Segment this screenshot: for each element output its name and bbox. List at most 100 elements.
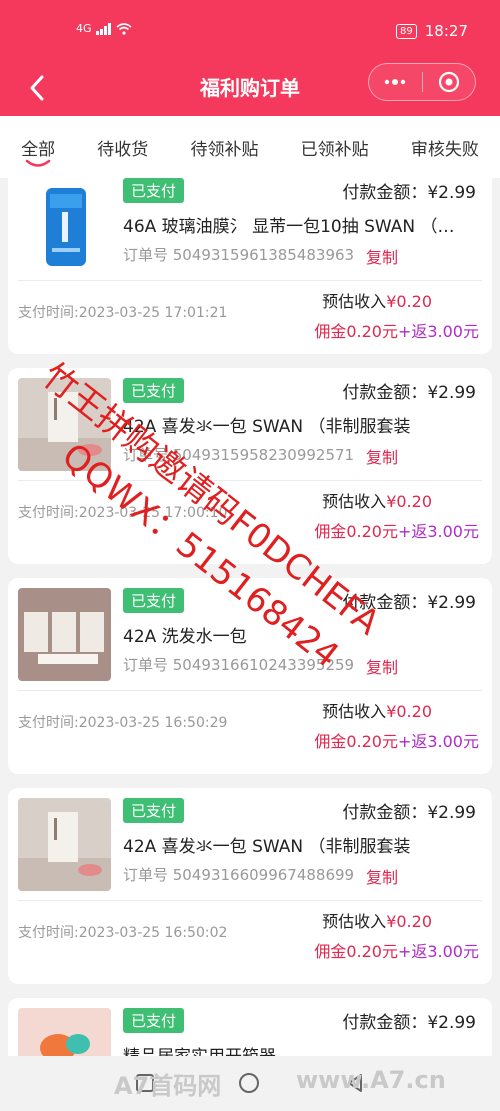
product-name: 46A 玻璃油膜氵 显芾一包10抽 SWAN （… (123, 217, 455, 237)
payment-amount: 付款金额：¥2.99 (342, 593, 476, 613)
mini-program-capsule (368, 63, 476, 101)
estimated-income-label: 预估收入 (322, 702, 387, 721)
product-name: 42A 喜发氺一包 SWAN （非制服套装 (123, 417, 411, 437)
network-label: 4G (76, 22, 92, 35)
tab-review-failed[interactable]: 审核失败 (407, 127, 483, 168)
estimated-income-label: 预估收入 (322, 292, 387, 311)
tab-all[interactable]: 全部 (17, 127, 59, 168)
rebate-amount: +返3.00元 (397, 942, 479, 961)
battery-icon: 89 (396, 23, 417, 39)
product-name: 42A 洗发水一包 (123, 627, 247, 647)
status-badge: 已支付 (123, 178, 185, 203)
shampoo-sachet-image (18, 392, 111, 471)
commission-amount: 佣金0.20元 (314, 522, 398, 541)
payment-time: 支付时间:2023-03-25 16:50:02 (18, 925, 228, 941)
shampoo-packs-image (24, 612, 104, 664)
estimated-income-value: ¥0.20 (386, 492, 432, 511)
wipes-pack-image (46, 188, 86, 266)
order-list[interactable]: 已支付 付款金额：¥2.99 46A 玻璃油膜氵 显芾一包10抽 SWAN （…… (0, 178, 500, 1056)
commission-amount: 佣金0.20元 (314, 942, 398, 961)
tab-received-subsidy[interactable]: 已领补贴 (297, 127, 373, 168)
divider (18, 480, 482, 481)
order-number: 订单号 5049315961385483963 (123, 246, 355, 264)
site-watermark-right: www.A7.cn (296, 1066, 446, 1094)
product-thumbnail (18, 178, 111, 271)
more-button[interactable] (369, 64, 422, 100)
copy-button[interactable]: 复制 (366, 864, 398, 888)
payment-amount: 付款金额：¥2.99 (342, 383, 476, 403)
order-tabs: 全部 待收货 待领补贴 已领补贴 审核失败 (0, 116, 500, 178)
estimated-income-value: ¥0.20 (386, 702, 432, 721)
payment-amount: 付款金额：¥2.99 (342, 803, 476, 823)
commission-amount: 佣金0.20元 (314, 322, 398, 341)
divider (18, 280, 482, 281)
product-thumbnail (18, 1008, 111, 1056)
status-bar: 4G 89 18:27 (0, 0, 500, 60)
product-thumbnail (18, 378, 111, 471)
status-badge: 已支付 (123, 798, 185, 823)
order-card[interactable]: 已支付 付款金额：¥2.99 42A 喜发氺一包 SWAN （非制服套装 订单号… (8, 368, 492, 564)
tab-pending-receipt[interactable]: 待收货 (93, 127, 152, 168)
site-watermark-left: A7首码网 (114, 1072, 222, 1100)
order-card[interactable]: 已支付 付款金额：¥2.99 42A 洗发水一包 订单号 50493166102… (8, 578, 492, 774)
commission-info: 佣金0.20元+返3.00元 (314, 938, 479, 962)
signal-icon (95, 22, 111, 35)
estimated-income: 预估收入¥0.20 (322, 288, 432, 312)
signal-indicator: 4G (76, 22, 132, 35)
active-tab-indicator (25, 159, 51, 167)
tab-label: 待领补贴 (190, 139, 259, 160)
payment-amount: 付款金额：¥2.99 (342, 1013, 476, 1033)
commission-info: 佣金0.20元+返3.00元 (314, 518, 479, 542)
target-icon (438, 71, 459, 93)
rebate-amount: +返3.00元 (397, 522, 479, 541)
tab-label: 全部 (21, 139, 56, 160)
divider (18, 900, 482, 901)
order-number: 订单号 5049316609967488699 (123, 866, 355, 884)
estimated-income: 预估收入¥0.20 (322, 908, 432, 932)
more-dots-icon (385, 79, 406, 85)
product-name: 42A 喜发氺一包 SWAN （非制服套装 (123, 837, 411, 857)
commission-info: 佣金0.20元+返3.00元 (314, 318, 479, 342)
nav-bar: 福利购订单 (0, 60, 500, 116)
wifi-icon (116, 22, 132, 35)
rebate-amount: +返3.00元 (397, 322, 479, 341)
product-name: 精品居家实用开箱器 (123, 1042, 473, 1056)
close-mini-program-button[interactable] (423, 64, 476, 100)
product-thumbnail (18, 588, 111, 681)
commission-amount: 佣金0.20元 (314, 732, 398, 751)
order-card[interactable]: 已支付 付款金额：¥2.99 精品居家实用开箱器 (8, 998, 492, 1056)
divider (18, 690, 482, 691)
status-badge: 已支付 (123, 588, 185, 613)
product-thumbnail (18, 798, 111, 891)
estimated-income-value: ¥0.20 (386, 292, 432, 311)
tab-pending-subsidy[interactable]: 待领补贴 (186, 127, 262, 168)
circle-icon (239, 1073, 259, 1093)
nav-home-button[interactable] (236, 1070, 262, 1096)
order-card[interactable]: 已支付 付款金额：¥2.99 42A 喜发氺一包 SWAN （非制服套装 订单号… (8, 788, 492, 984)
tab-label: 审核失败 (410, 139, 479, 160)
system-navigation-bar: A7首码网 www.A7.cn (0, 1056, 500, 1111)
status-badge: 已支付 (123, 378, 185, 403)
tab-label: 待收货 (97, 139, 149, 160)
estimated-income-label: 预估收入 (322, 912, 387, 931)
payment-time: 支付时间:2023-03-25 17:01:21 (18, 305, 228, 321)
estimated-income-label: 预估收入 (322, 492, 387, 511)
estimated-income: 预估收入¥0.20 (322, 698, 432, 722)
copy-button[interactable]: 复制 (366, 444, 398, 468)
tab-label: 已领补贴 (300, 139, 369, 160)
shampoo-sachet-image (18, 812, 111, 891)
copy-button[interactable]: 复制 (366, 244, 398, 268)
order-number: 订单号 5049315958230992571 (123, 446, 355, 464)
commission-info: 佣金0.20元+返3.00元 (314, 728, 479, 752)
payment-amount: 付款金额：¥2.99 (342, 183, 476, 203)
copy-button[interactable]: 复制 (366, 654, 398, 678)
order-card[interactable]: 已支付 付款金额：¥2.99 46A 玻璃油膜氵 显芾一包10抽 SWAN （…… (8, 178, 492, 354)
status-right: 89 18:27 (396, 22, 468, 40)
status-badge: 已支付 (123, 1008, 185, 1033)
payment-time: 支付时间:2023-03-25 16:50:29 (18, 715, 228, 731)
order-number: 订单号 5049316610243395259 (123, 656, 355, 674)
payment-time: 支付时间:2023-03-25 17:00:10 (18, 505, 228, 521)
estimated-income-value: ¥0.20 (386, 912, 432, 931)
rebate-amount: +返3.00元 (397, 732, 479, 751)
estimated-income: 预估收入¥0.20 (322, 488, 432, 512)
